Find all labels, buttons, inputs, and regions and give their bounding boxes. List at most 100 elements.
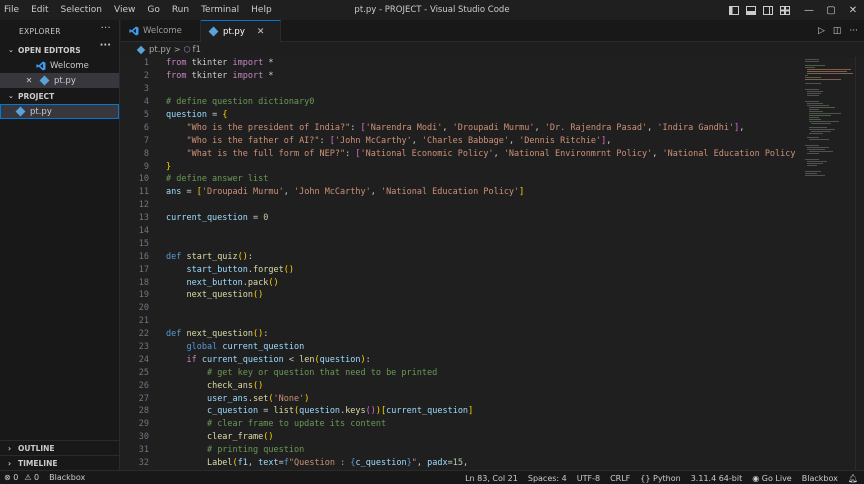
line-number: 30 <box>138 432 149 443</box>
menu-go[interactable]: Go <box>141 0 165 20</box>
line-content: from tkinter import * <box>166 58 274 69</box>
line-number: 20 <box>138 303 149 314</box>
menu-view[interactable]: View <box>108 0 141 20</box>
vscode-icon <box>129 26 139 36</box>
more-actions-icon[interactable]: ··· <box>849 26 858 36</box>
end-of-line[interactable]: CRLF <box>610 474 630 483</box>
blackbox-right[interactable]: Blackbox <box>802 474 838 483</box>
go-live-label: Go Live <box>761 473 792 483</box>
layout-custom-icon[interactable] <box>778 0 792 20</box>
open-editors-more-icon[interactable]: ··· <box>100 40 111 51</box>
line-number: 9 <box>143 161 149 172</box>
code-line: 6 "Who is the president of India?": ['Na… <box>121 121 801 134</box>
python-interpreter[interactable]: 3.11.4 64-bit <box>691 474 743 483</box>
minimap[interactable] <box>801 57 855 470</box>
timeline-label: TIMELINE <box>18 458 58 468</box>
encoding[interactable]: UTF-8 <box>577 474 600 483</box>
blackbox-left[interactable]: Blackbox <box>49 473 85 482</box>
code-line: 15 <box>121 237 801 250</box>
open-editors-section[interactable]: ⌄ OPEN EDITORS ··· <box>0 40 119 58</box>
close-icon[interactable]: ✕ <box>24 76 34 85</box>
python-icon <box>136 45 146 54</box>
title-bar: File Edit Selection View Go Run Terminal… <box>0 0 864 20</box>
maximize-button[interactable]: ▢ <box>820 0 842 20</box>
timeline-section[interactable]: › TIMELINE <box>0 455 120 470</box>
chevron-down-icon: ⌄ <box>8 46 14 54</box>
code-line: 16 def start_quiz(): <box>121 250 801 263</box>
menu-help[interactable]: Help <box>245 0 278 20</box>
line-content: current_question = 0 <box>166 213 269 224</box>
tab-label: pt.py <box>223 26 245 37</box>
line-number: 1 <box>143 58 149 69</box>
status-left: ⊗ 0 ⚠ 0 Blackbox <box>0 473 85 482</box>
open-editor-pt-py[interactable]: ✕ pt.py <box>0 73 119 88</box>
breadcrumb-file[interactable]: pt.py <box>149 45 171 55</box>
line-content: next_question() <box>186 290 264 301</box>
minimize-button[interactable]: — <box>798 0 820 20</box>
line-content: check_ans() <box>206 380 264 391</box>
breadcrumb-symbol[interactable]: f1 <box>193 45 201 55</box>
open-editor-welcome[interactable]: Welcome <box>0 58 119 73</box>
run-icon[interactable]: ▷ <box>818 26 825 36</box>
line-content: "Who is the father of AI?": ['John McCar… <box>186 135 612 146</box>
go-live-button[interactable]: ◉ Go Live <box>752 474 792 483</box>
errors-count[interactable]: ⊗ 0 <box>4 473 18 482</box>
line-number: 8 <box>143 148 149 159</box>
code-line: 23 global current_question <box>121 341 801 354</box>
layout-sidebar-icon[interactable] <box>727 0 741 20</box>
line-number: 22 <box>138 329 149 340</box>
outline-section[interactable]: › OUTLINE <box>0 440 120 455</box>
breadcrumb: pt.py > ⬡ f1 <box>121 42 201 57</box>
menu-terminal[interactable]: Terminal <box>195 0 245 20</box>
indentation[interactable]: Spaces: 4 <box>528 474 567 483</box>
line-number: 19 <box>138 290 149 301</box>
line-number: 12 <box>138 200 149 211</box>
line-number: 13 <box>138 213 149 224</box>
layout-secondary-icon[interactable] <box>761 0 775 20</box>
code-editor[interactable]: 1 from tkinter import * 2 from tkinter imp… <box>121 57 801 470</box>
notifications-icon[interactable]: 🔔︎ <box>848 474 858 483</box>
line-content: start_button.forget() <box>186 264 294 275</box>
project-file-pt-py[interactable]: pt.py <box>0 104 119 119</box>
vertical-scrollbar[interactable] <box>855 57 864 470</box>
menu-selection[interactable]: Selection <box>55 0 108 20</box>
project-section[interactable]: ⌄ PROJECT <box>0 88 119 104</box>
tab-actions: ▷ ◫ ··· <box>818 20 858 42</box>
code-line: 22 def next_question(): <box>121 328 801 341</box>
python-icon <box>208 26 219 37</box>
line-number: 17 <box>138 264 149 275</box>
close-icon[interactable]: ✕ <box>257 27 265 37</box>
menu-file[interactable]: File <box>0 0 25 20</box>
menu-run[interactable]: Run <box>166 0 195 20</box>
line-number: 27 <box>138 393 149 404</box>
code-line: 13 current_question = 0 <box>121 212 801 225</box>
line-content: Label(f1, text=f"Question : {c_question}… <box>206 458 469 469</box>
code-line: 4 # define question dictionary0 <box>121 96 801 109</box>
vscode-icon <box>36 61 46 71</box>
function-symbol-icon: ⬡ <box>183 45 191 54</box>
cursor-position[interactable]: Ln 83, Col 21 <box>465 474 518 483</box>
code-line: 26 check_ans() <box>121 379 801 392</box>
line-content: # printing question <box>206 445 305 456</box>
tab-pt-py[interactable]: pt.py ✕ <box>201 20 281 42</box>
code-line: 14 <box>121 225 801 238</box>
layout-panel-icon[interactable] <box>744 0 758 20</box>
chevron-right-icon: › <box>8 458 12 468</box>
project-file-label: pt.py <box>30 106 52 117</box>
line-number: 28 <box>138 406 149 417</box>
menu-bar: File Edit Selection View Go Run Terminal… <box>0 0 278 20</box>
line-content: "What is the full form of NEP?": ['Natio… <box>186 148 796 159</box>
close-window-button[interactable]: ✕ <box>842 0 864 20</box>
menu-edit[interactable]: Edit <box>25 0 54 20</box>
explorer-more-icon[interactable]: ··· <box>101 23 111 34</box>
chevron-right-icon: › <box>8 443 12 453</box>
language-mode[interactable]: {} Python <box>640 474 680 483</box>
tab-welcome[interactable]: Welcome <box>121 20 201 42</box>
line-number: 31 <box>138 445 149 456</box>
warnings-count[interactable]: ⚠ 0 <box>24 473 39 482</box>
split-editor-icon[interactable]: ◫ <box>833 26 842 36</box>
line-content: ans = ['Droupadi Murmu', 'John McCarthy'… <box>166 187 525 198</box>
code-line: 24 if current_question < len(question): <box>121 353 801 366</box>
line-number: 15 <box>138 238 149 249</box>
line-number: 16 <box>138 251 149 262</box>
